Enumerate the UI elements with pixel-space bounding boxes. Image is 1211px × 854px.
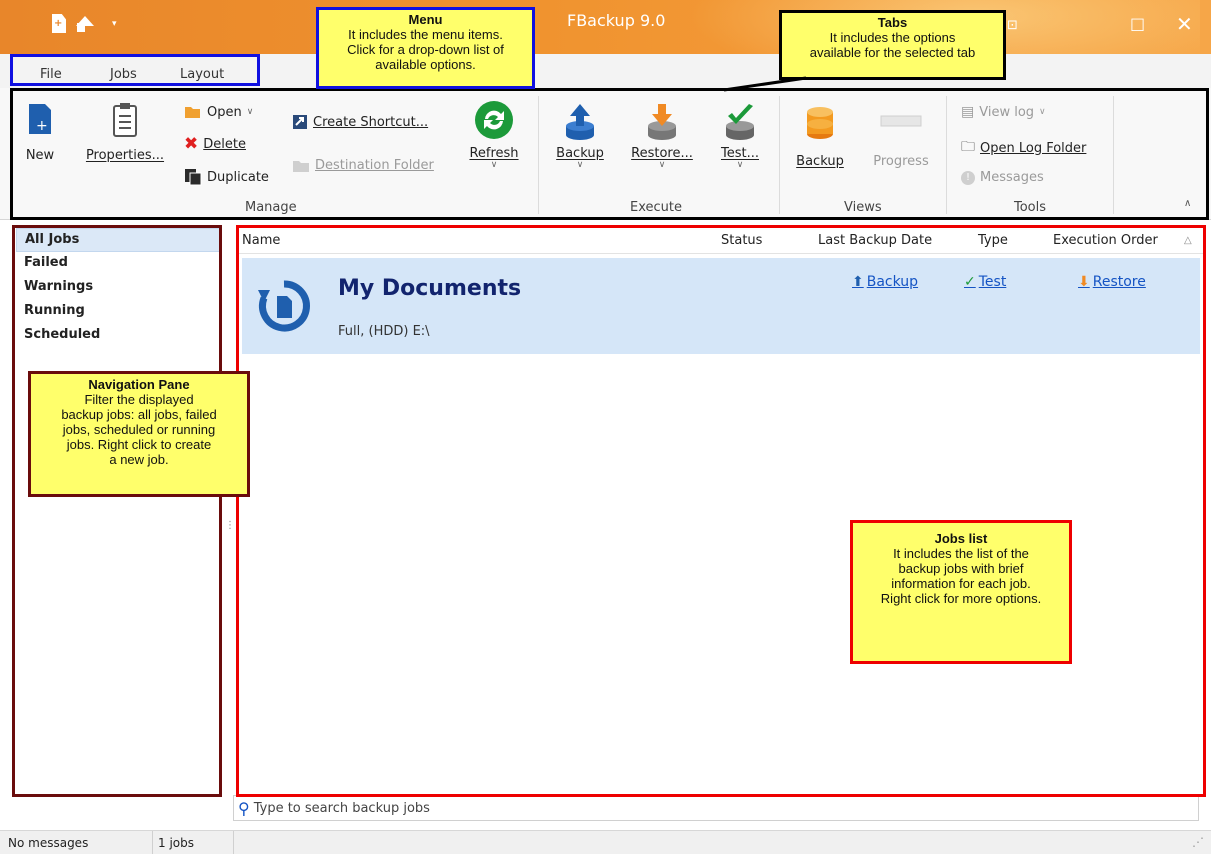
tabs-pointer-line xyxy=(723,76,807,92)
window-title: FBackup 9.0 xyxy=(567,11,666,30)
maximize-icon[interactable]: □ xyxy=(1130,14,1145,33)
search-input[interactable]: Type to search backup jobs xyxy=(254,801,430,816)
status-messages: No messages xyxy=(8,836,89,850)
status-separator xyxy=(233,831,234,854)
menu-callout: Menu It includes the menu items. Click f… xyxy=(316,7,535,89)
resize-grip-icon[interactable]: ⋰ xyxy=(1192,835,1204,849)
jobs-list-callout: Jobs list It includes the list of the ba… xyxy=(850,520,1072,664)
status-bar: No messages 1 jobs ⋰ xyxy=(0,830,1211,854)
title-bar: ▾ FBackup 9.0 ⊡ □ ✕ xyxy=(0,0,1211,54)
navigation-callout: Navigation Pane Filter the displayed bac… xyxy=(28,371,250,497)
window-icon: ⊡ xyxy=(1007,18,1018,33)
search-box[interactable]: ⚲ Type to search backup jobs xyxy=(233,795,1199,821)
quick-access-dropdown-icon[interactable]: ▾ xyxy=(112,19,117,29)
menu-highlight-box xyxy=(10,54,260,86)
search-icon: ⚲ xyxy=(238,798,250,818)
tabs-highlight-box xyxy=(10,88,1209,220)
pane-splitter[interactable]: ⋮ xyxy=(225,520,235,531)
status-separator xyxy=(152,831,153,854)
tabs-callout: Tabs It includes the options available f… xyxy=(779,10,1006,80)
close-icon[interactable]: ✕ xyxy=(1176,12,1193,36)
up-arrow-stem xyxy=(77,23,85,32)
navigation-highlight-box xyxy=(12,225,222,797)
status-job-count: 1 jobs xyxy=(158,836,194,850)
new-file-icon[interactable] xyxy=(52,14,66,33)
jobs-list-highlight-box xyxy=(236,225,1206,797)
